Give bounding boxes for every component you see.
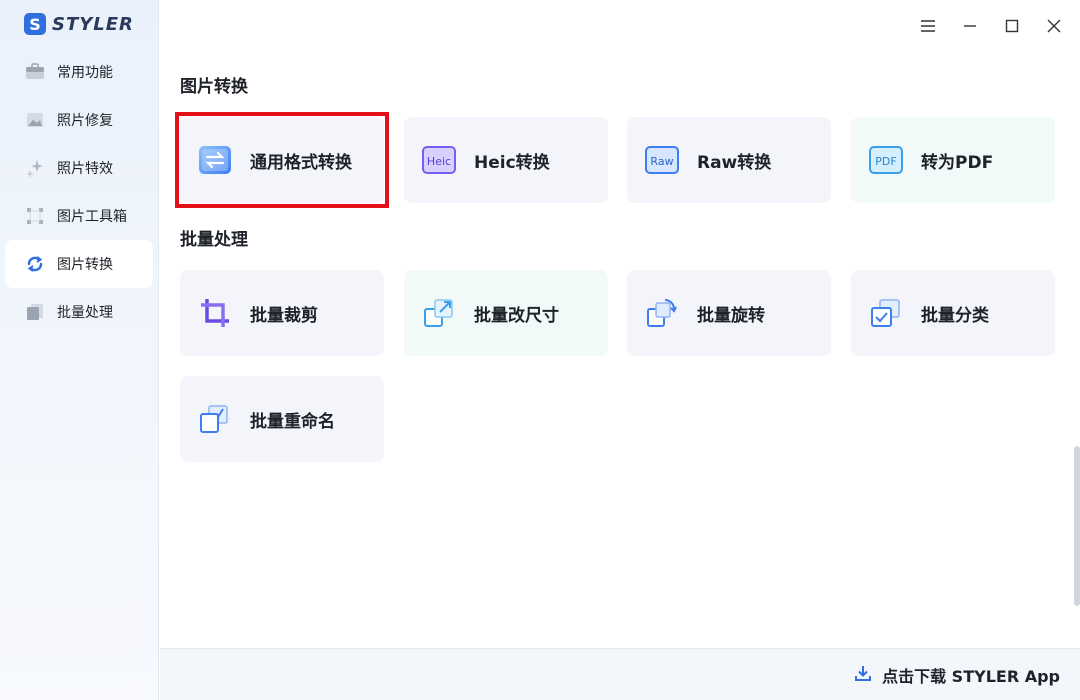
sidebar-item-batch[interactable]: 批量处理 [5,288,153,336]
card-raw-convert[interactable]: Raw Raw转换 [627,117,831,203]
sidebar-item-image-convert[interactable]: 图片转换 [5,240,153,288]
minimize-icon[interactable] [958,14,982,38]
card-batch-classify[interactable]: 批量分类 [851,270,1055,356]
sidebar-item-label: 照片修复 [57,113,113,129]
briefcase-icon [25,62,45,82]
section-title-convert: 图片转换 [180,77,248,97]
photo-icon [25,110,45,130]
sidebar-item-toolbox[interactable]: 图片工具箱 [5,192,153,240]
sidebar-item-label: 照片特效 [57,161,113,177]
sidebar-item-photo-effects[interactable]: 照片特效 [5,144,153,192]
card-heic-convert[interactable]: Heic Heic转换 [404,117,608,203]
card-batch-rename[interactable]: 批量重命名 [180,376,384,462]
maximize-icon[interactable] [1000,14,1024,38]
rename-icon [197,401,233,437]
sidebar-item-label: 图片转换 [57,257,113,273]
app-name: STYLER [52,13,134,35]
scrollbar[interactable] [1074,446,1080,606]
heic-icon: Heic [421,142,457,178]
card-label: 批量重命名 [250,411,335,432]
logo-icon: S [24,13,46,35]
sidebar-item-label: 批量处理 [57,305,113,321]
menu-icon[interactable] [916,14,940,38]
swap-arrows-icon [197,142,233,178]
raw-icon: Raw [644,142,680,178]
card-label: 批量分类 [921,305,989,326]
crop-icon [197,295,233,331]
download-icon [854,664,872,686]
card-batch-resize[interactable]: 批量改尺寸 [404,270,608,356]
resize-icon [421,295,457,331]
download-label: 点击下载 STYLER App [882,667,1060,686]
card-label: 转为PDF [921,152,994,173]
card-batch-rotate[interactable]: 批量旋转 [627,270,831,356]
stack-icon [25,302,45,322]
classify-icon [868,295,904,331]
svg-text:PDF: PDF [875,155,896,168]
footer-bar: 点击下载 STYLER App [160,648,1080,700]
sidebar-item-common[interactable]: 常用功能 [5,48,153,96]
sidebar-item-photo-repair[interactable]: 照片修复 [5,96,153,144]
download-app-button[interactable]: 点击下载 STYLER App [854,663,1060,687]
svg-text:Raw: Raw [650,155,673,168]
card-batch-crop[interactable]: 批量裁剪 [180,270,384,356]
card-to-pdf[interactable]: PDF 转为PDF [851,117,1055,203]
sidebar-nav: 常用功能 照片修复 照片特效 图片工具箱 图片转换 批量处理 [5,48,153,336]
sidebar: S STYLER 常用功能 照片修复 照片特效 图片工具箱 图片转换 批量处理 [0,0,159,700]
card-general-format-convert[interactable]: 通用格式转换 [180,117,384,203]
close-icon[interactable] [1042,14,1066,38]
crop-frame-icon [25,206,45,226]
app-logo: S STYLER [24,12,134,36]
sidebar-item-label: 图片工具箱 [57,209,127,225]
svg-text:Heic: Heic [427,155,451,168]
pdf-icon: PDF [868,142,904,178]
card-label: 批量裁剪 [250,305,318,326]
card-label: Raw转换 [697,152,772,173]
card-label: 通用格式转换 [250,152,352,173]
card-label: 批量旋转 [697,305,765,326]
sidebar-item-label: 常用功能 [57,65,113,81]
card-label: 批量改尺寸 [474,305,559,326]
sparkle-icon [25,158,45,178]
convert-icon [25,254,45,274]
section-title-batch: 批量处理 [180,230,248,250]
rotate-icon [644,295,680,331]
card-label: Heic转换 [474,152,550,173]
